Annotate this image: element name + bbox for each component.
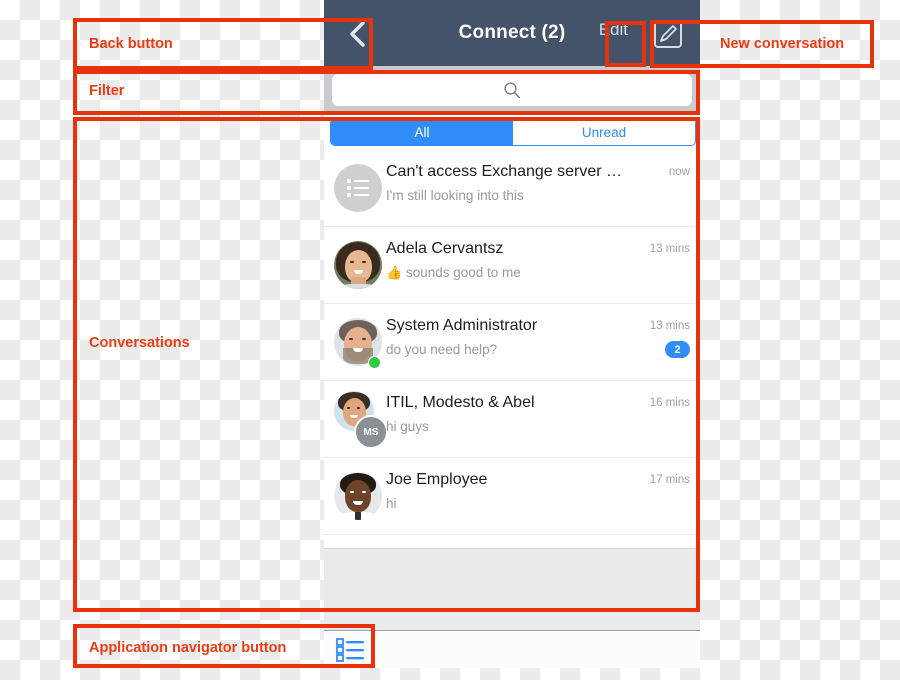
annotation-box-filter	[73, 70, 700, 115]
annotation-box-edit	[605, 21, 646, 67]
annotation-label-app-navigator: Application navigator button	[89, 640, 287, 656]
annotation-label-filter: Filter	[89, 83, 125, 99]
toolbar-gap	[324, 620, 700, 630]
screenshot-root: Connect (2) Edit All Unread Can't access…	[0, 0, 900, 680]
annotation-box-conversations	[73, 117, 700, 612]
annotation-label-new-conversation: New conversation	[720, 36, 845, 52]
bottom-toolbar	[324, 630, 700, 668]
annotation-label-conversations: Conversations	[89, 335, 190, 351]
annotation-label-back-button: Back button	[89, 36, 173, 52]
